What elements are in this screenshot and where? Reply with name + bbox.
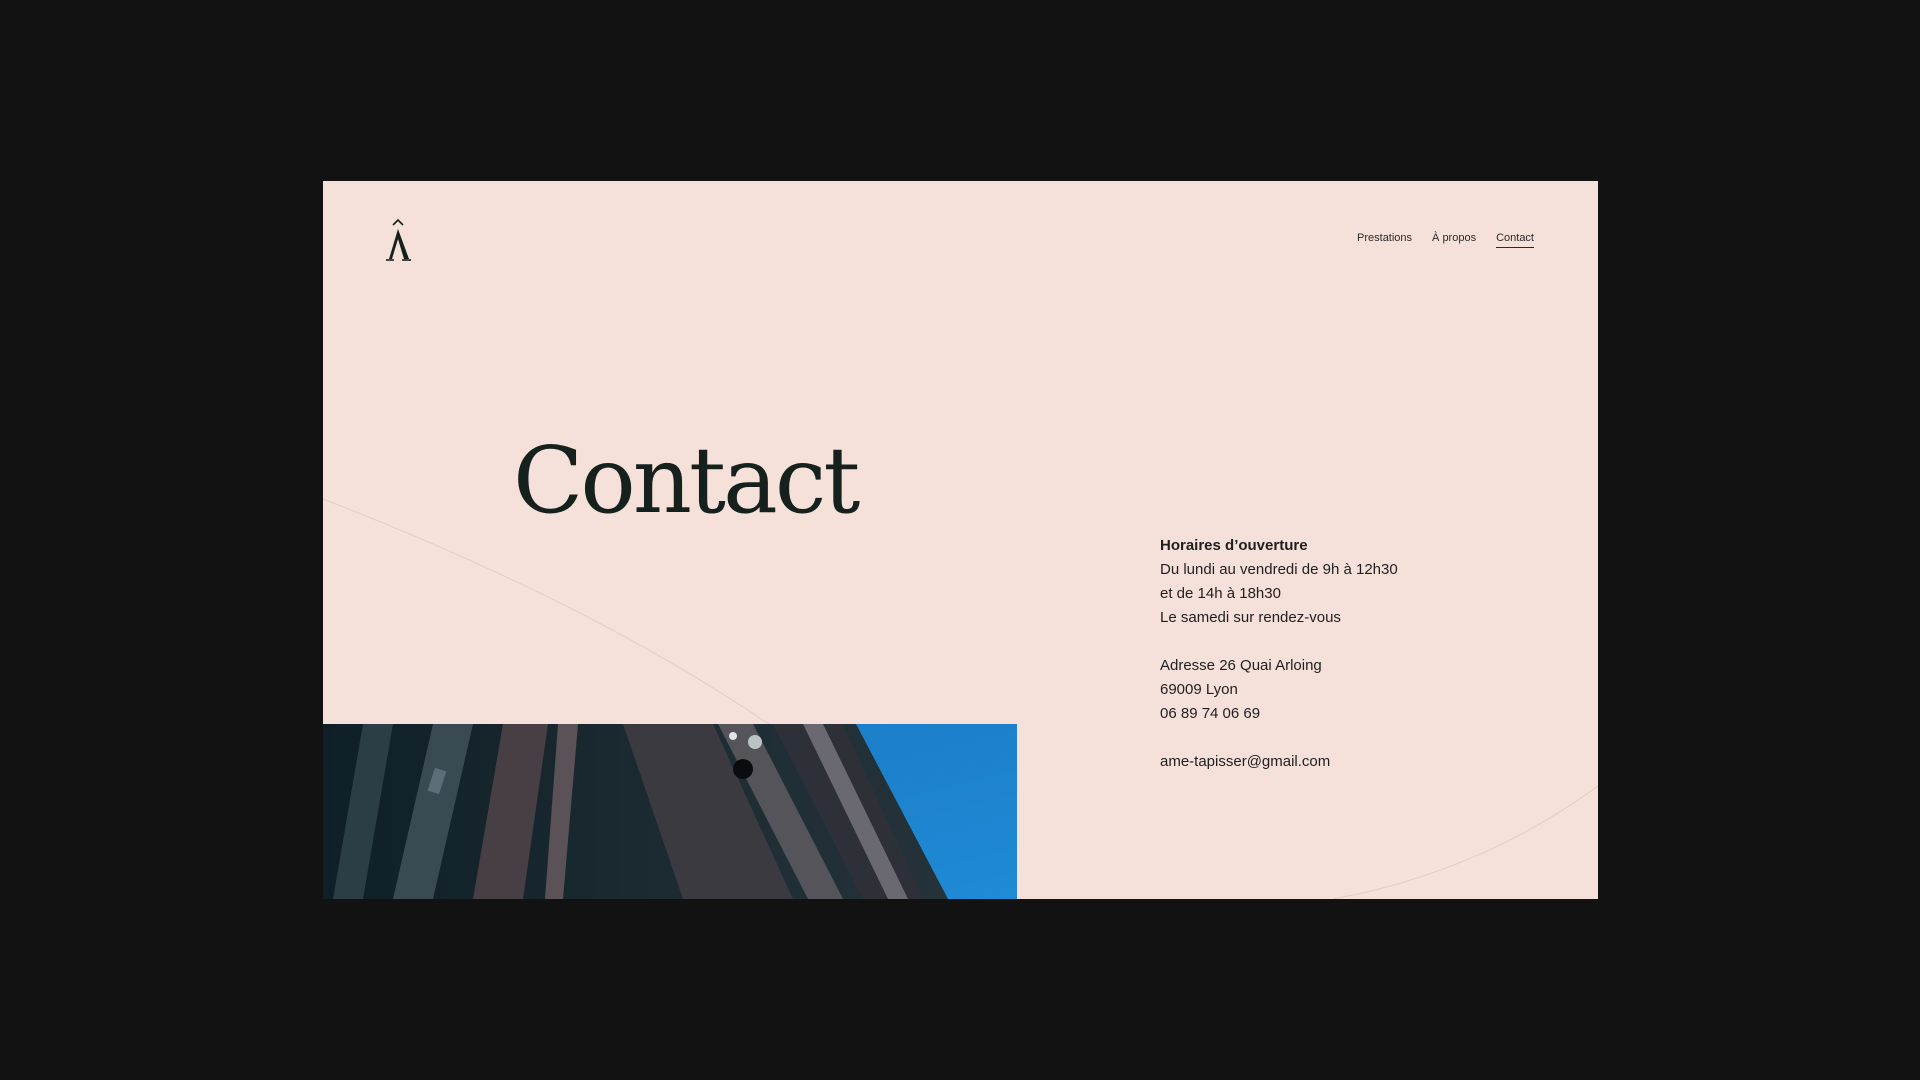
address-block: Adresse 26 Quai Arloing 69009 Lyon 06 89… <box>1160 654 1398 726</box>
address-city: 69009 Lyon <box>1160 681 1238 698</box>
opening-hours-line: et de 14h à 18h30 <box>1160 585 1281 602</box>
page-title: Contact <box>513 427 860 534</box>
nav-item-a-propos[interactable]: À propos <box>1432 232 1476 248</box>
opening-hours-line: Le samedi sur rendez-vous <box>1160 609 1341 626</box>
opening-hours-line: Du lundi au vendredi de 9h à 12h30 <box>1160 561 1398 578</box>
address-street: Adresse 26 Quai Arloing <box>1160 657 1322 674</box>
nav-item-prestations[interactable]: Prestations <box>1357 232 1412 248</box>
contact-info: Horaires d’ouverture Du lundi au vendred… <box>1160 534 1398 774</box>
phone-number[interactable]: 06 89 74 06 69 <box>1160 702 1398 726</box>
opening-hours: Horaires d’ouverture Du lundi au vendred… <box>1160 534 1398 630</box>
website-frame: Prestations À propos Contact Contact Hor… <box>323 181 1598 899</box>
main-nav: Prestations À propos Contact <box>1357 232 1534 248</box>
opening-hours-title: Horaires d’ouverture <box>1160 537 1308 554</box>
building-photo <box>323 724 1017 899</box>
nav-item-contact[interactable]: Contact <box>1496 232 1534 248</box>
email-link[interactable]: ame-tapisser@gmail.com <box>1160 750 1398 774</box>
a-circumflex-logo-icon[interactable] <box>383 217 413 263</box>
